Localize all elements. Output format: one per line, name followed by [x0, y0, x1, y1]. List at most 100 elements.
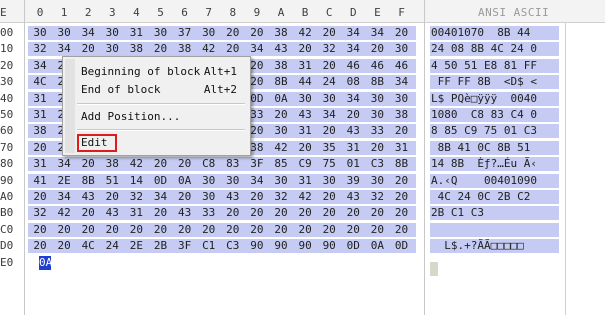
- hex-byte[interactable]: 34: [343, 42, 363, 56]
- hex-byte[interactable]: 30: [367, 108, 387, 122]
- hex-byte[interactable]: 34: [367, 26, 387, 40]
- hex-byte[interactable]: 20: [223, 42, 243, 56]
- hex-byte[interactable]: 30: [151, 26, 171, 40]
- hex-byte[interactable]: 38: [30, 124, 50, 138]
- hex-byte[interactable]: 4C: [78, 239, 98, 253]
- hex-byte[interactable]: 20: [392, 206, 412, 220]
- hex-byte[interactable]: 20: [319, 190, 339, 204]
- hex-byte[interactable]: 42: [295, 190, 315, 204]
- menu-item-beginning-of-block[interactable]: Beginning of block Alt+1: [81, 64, 245, 80]
- hex-byte[interactable]: 20: [247, 206, 267, 220]
- hex-byte[interactable]: C8: [199, 157, 219, 171]
- hex-byte[interactable]: 20: [343, 108, 363, 122]
- hex-byte[interactable]: 43: [295, 108, 315, 122]
- hex-byte[interactable]: 20: [295, 141, 315, 155]
- hex-byte[interactable]: 37: [175, 26, 195, 40]
- hex-byte[interactable]: 20: [151, 206, 171, 220]
- hex-byte[interactable]: 43: [271, 42, 291, 56]
- hex-byte[interactable]: 51: [102, 174, 122, 188]
- hex-byte[interactable]: 34: [247, 42, 267, 56]
- hex-byte[interactable]: 20: [392, 26, 412, 40]
- hex-byte[interactable]: 43: [223, 190, 243, 204]
- hex-byte[interactable]: 0A: [271, 92, 291, 106]
- hex-byte[interactable]: 31: [295, 174, 315, 188]
- hex-byte[interactable]: 39: [343, 174, 363, 188]
- hex-byte[interactable]: 34: [54, 157, 74, 171]
- hex-byte[interactable]: 20: [319, 26, 339, 40]
- hex-byte[interactable]: 30: [367, 174, 387, 188]
- hex-byte[interactable]: 34: [343, 92, 363, 106]
- hex-byte[interactable]: 32: [30, 42, 50, 56]
- hex-byte[interactable]: 20: [78, 223, 98, 237]
- hex-byte[interactable]: 31: [126, 26, 146, 40]
- hex-byte[interactable]: 33: [199, 206, 219, 220]
- hex-byte[interactable]: 20: [54, 239, 74, 253]
- hex-byte[interactable]: 20: [319, 59, 339, 73]
- hex-byte[interactable]: 20: [319, 223, 339, 237]
- hex-byte[interactable]: 32: [319, 42, 339, 56]
- hex-byte[interactable]: 30: [271, 124, 291, 138]
- hex-byte[interactable]: 20: [199, 223, 219, 237]
- hex-byte[interactable]: 42: [54, 206, 74, 220]
- hex-byte[interactable]: 20: [247, 190, 267, 204]
- hex-byte[interactable]: 4C: [30, 75, 50, 89]
- hex-byte[interactable]: 46: [343, 59, 363, 73]
- hex-byte[interactable]: 14: [126, 174, 146, 188]
- hex-byte[interactable]: 43: [343, 190, 363, 204]
- hex-byte[interactable]: 42: [199, 42, 219, 56]
- hex-byte[interactable]: 30: [392, 42, 412, 56]
- hex-byte[interactable]: 08: [343, 75, 363, 89]
- hex-byte[interactable]: 20: [392, 124, 412, 138]
- hex-byte[interactable]: 75: [319, 157, 339, 171]
- hex-byte[interactable]: 41: [30, 174, 50, 188]
- hex-byte[interactable]: 20: [392, 190, 412, 204]
- hex-byte[interactable]: 31: [343, 141, 363, 155]
- hex-byte[interactable]: 34: [343, 26, 363, 40]
- hex-byte[interactable]: 83: [223, 157, 243, 171]
- hex-byte[interactable]: 20: [126, 223, 146, 237]
- hex-byte[interactable]: 20: [102, 223, 122, 237]
- hex-byte[interactable]: 8B: [367, 75, 387, 89]
- hex-byte[interactable]: 34: [319, 108, 339, 122]
- hex-byte[interactable]: 44: [295, 75, 315, 89]
- hex-byte[interactable]: 8B: [392, 157, 412, 171]
- hex-byte[interactable]: 42: [271, 141, 291, 155]
- hex-byte[interactable]: 20: [223, 206, 243, 220]
- menu-item-add-position[interactable]: Add Position...: [81, 109, 245, 125]
- hex-byte[interactable]: 30: [271, 174, 291, 188]
- hex-byte[interactable]: 30: [199, 26, 219, 40]
- hex-byte[interactable]: 20: [223, 223, 243, 237]
- hex-byte[interactable]: 34: [392, 75, 412, 89]
- hex-byte[interactable]: C3: [223, 239, 243, 253]
- hex-byte[interactable]: 20: [30, 190, 50, 204]
- hex-byte[interactable]: 42: [126, 157, 146, 171]
- hex-byte[interactable]: 24: [102, 239, 122, 253]
- hex-byte[interactable]: 32: [30, 206, 50, 220]
- hex-byte[interactable]: 20: [30, 239, 50, 253]
- menu-item-edit[interactable]: Edit: [81, 136, 108, 150]
- hex-byte[interactable]: 31: [295, 124, 315, 138]
- hex-byte[interactable]: 38: [271, 59, 291, 73]
- hex-byte[interactable]: 30: [102, 26, 122, 40]
- hex-byte[interactable]: 43: [102, 206, 122, 220]
- hex-byte[interactable]: 20: [102, 190, 122, 204]
- hex-byte[interactable]: 20: [223, 26, 243, 40]
- hex-byte[interactable]: 20: [151, 42, 171, 56]
- hex-byte[interactable]: 90: [295, 239, 315, 253]
- hex-byte[interactable]: 34: [247, 174, 267, 188]
- hex-byte[interactable]: 31: [295, 59, 315, 73]
- hex-byte[interactable]: 34: [30, 59, 50, 73]
- hex-byte[interactable]: 20: [392, 223, 412, 237]
- hex-byte[interactable]: 2E: [54, 174, 74, 188]
- hex-byte[interactable]: 20: [175, 190, 195, 204]
- hex-byte[interactable]: C9: [295, 157, 315, 171]
- hex-byte[interactable]: 0A: [367, 239, 387, 253]
- hex-byte[interactable]: 20: [343, 223, 363, 237]
- hex-byte[interactable]: 20: [319, 124, 339, 138]
- hex-byte[interactable]: 43: [175, 206, 195, 220]
- hex-byte[interactable]: 31: [126, 206, 146, 220]
- hex-byte[interactable]: 30: [319, 92, 339, 106]
- hex-byte[interactable]: 33: [367, 124, 387, 138]
- hex-byte[interactable]: 0A: [175, 174, 195, 188]
- hex-byte[interactable]: 30: [392, 92, 412, 106]
